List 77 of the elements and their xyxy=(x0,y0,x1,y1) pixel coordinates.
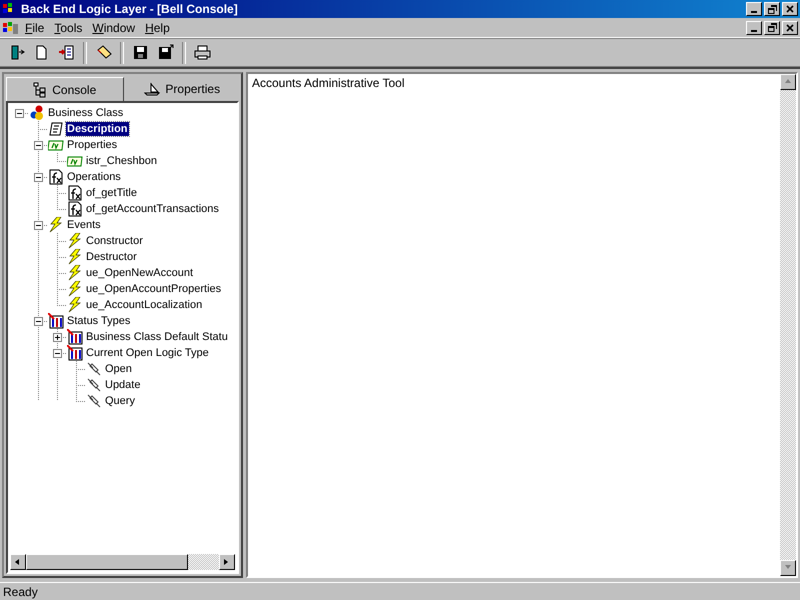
minimize-icon xyxy=(751,30,757,32)
collapse-button[interactable] xyxy=(34,172,43,182)
lightning-icon xyxy=(48,217,64,233)
scroll-left-button[interactable] xyxy=(10,554,26,570)
pin-icon xyxy=(86,377,102,393)
status-chart-icon xyxy=(67,345,83,361)
scroll-icon xyxy=(48,121,64,137)
tree-item[interactable]: Constructor xyxy=(85,234,144,248)
tree-item[interactable]: Current Open Logic Type xyxy=(85,346,210,360)
scroll-down-button[interactable] xyxy=(780,560,796,576)
printer-icon xyxy=(194,44,211,61)
close-icon xyxy=(786,24,794,32)
function-icon xyxy=(67,201,83,217)
tree-item[interactable]: Update xyxy=(104,378,142,392)
hierarchy-icon xyxy=(33,82,48,98)
scroll-up-button[interactable] xyxy=(780,74,796,90)
tree-item[interactable]: Description xyxy=(66,122,129,136)
tree-item[interactable]: Business Class xyxy=(47,106,124,120)
tree-item[interactable]: of_getAccountTransactions xyxy=(85,202,220,216)
scroll-thumb[interactable] xyxy=(26,554,188,570)
tree-item[interactable]: of_getTitle xyxy=(85,186,138,200)
lightning-icon xyxy=(67,265,83,281)
tree-item[interactable]: Status Types xyxy=(66,314,132,328)
tree-item[interactable]: ue_AccountLocalization xyxy=(85,298,204,312)
plus-icon xyxy=(54,334,61,340)
status-chart-icon xyxy=(48,313,64,329)
tree-item[interactable]: Events xyxy=(66,218,102,232)
collapse-button[interactable] xyxy=(34,316,43,326)
pin-icon xyxy=(86,393,102,409)
triangle-icon xyxy=(14,558,22,566)
tree-item[interactable]: Open xyxy=(104,362,133,376)
lightning-icon xyxy=(67,249,83,265)
collapse-button[interactable] xyxy=(34,220,43,230)
lightning-icon xyxy=(67,297,83,313)
restore-icon xyxy=(768,4,776,14)
scroll-right-button[interactable] xyxy=(219,554,235,570)
traffic-light-icon xyxy=(29,105,45,121)
collapse-button[interactable] xyxy=(34,140,43,150)
restore-button[interactable] xyxy=(764,20,780,34)
minimize-icon xyxy=(751,11,757,13)
tree-item[interactable]: Operations xyxy=(66,170,122,184)
collapse-button[interactable] xyxy=(15,108,24,118)
close-icon xyxy=(786,5,794,13)
tree-item[interactable]: ue_OpenAccountProperties xyxy=(85,282,222,296)
status-text: Ready xyxy=(3,584,38,598)
close-button[interactable] xyxy=(782,2,798,16)
window-title: Back End Logic Layer - [Bell Console] xyxy=(21,2,239,16)
tree-item[interactable]: Properties xyxy=(66,138,118,152)
triangle-icon xyxy=(784,78,792,86)
eraser-icon xyxy=(95,44,112,61)
tree-item[interactable]: Business Class Default Statu xyxy=(85,330,229,344)
pin-icon xyxy=(86,361,102,377)
menu-item[interactable]: Window xyxy=(87,20,140,34)
sailboat-icon xyxy=(144,82,160,96)
tree-item[interactable]: Query xyxy=(104,394,136,408)
document-app-icon xyxy=(2,20,20,36)
menu-item[interactable]: File xyxy=(20,20,50,34)
menu-item[interactable]: Tools xyxy=(49,20,88,34)
function-icon xyxy=(48,169,64,185)
tab[interactable]: Console xyxy=(6,77,124,101)
function-icon xyxy=(67,185,83,201)
minimize-button[interactable] xyxy=(746,20,762,34)
status-chart-icon xyxy=(67,329,83,345)
list-arrow-icon xyxy=(58,44,75,61)
menu-item[interactable]: Help xyxy=(140,20,175,34)
restore-button[interactable] xyxy=(764,2,780,16)
close-button[interactable] xyxy=(782,20,798,34)
lightning-icon xyxy=(67,281,83,297)
expand-button[interactable] xyxy=(53,332,62,342)
restore-icon xyxy=(768,23,776,32)
tree-item[interactable]: ue_OpenNewAccount xyxy=(85,266,194,280)
collapse-button[interactable] xyxy=(53,348,62,358)
tree-item[interactable]: istr_Cheshbon xyxy=(85,154,158,168)
minimize-button[interactable] xyxy=(746,2,762,16)
lightning-icon xyxy=(67,233,83,249)
description-text: Accounts Administrative Tool xyxy=(252,76,405,90)
tree-item[interactable]: Destructor xyxy=(85,250,138,264)
